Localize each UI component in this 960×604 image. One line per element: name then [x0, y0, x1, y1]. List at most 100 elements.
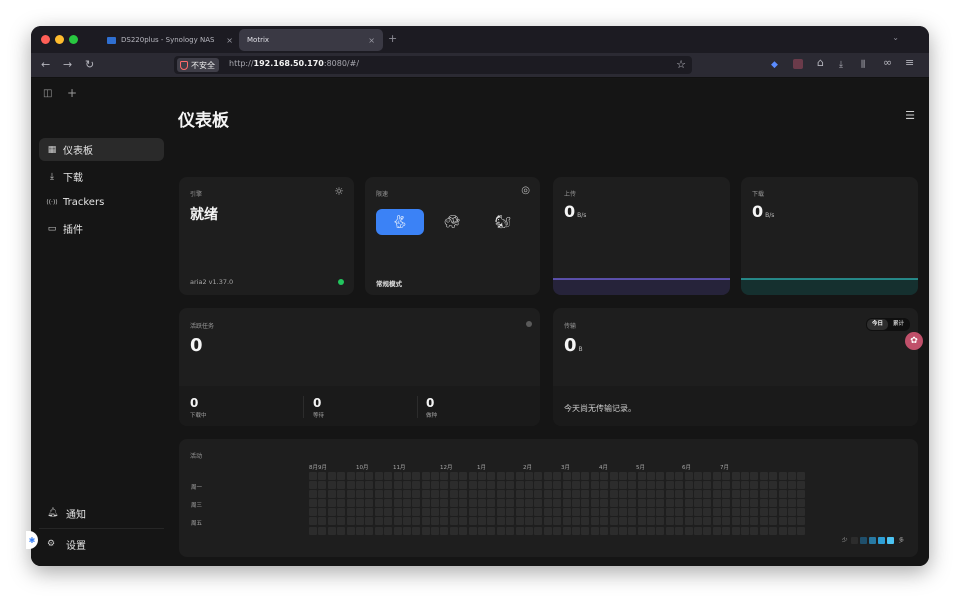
heatmap-cell [562, 481, 571, 490]
heatmap-cell [665, 526, 674, 535]
legend-level [869, 536, 877, 544]
heatmap-cell [496, 499, 505, 508]
heatmap-cell [778, 481, 787, 490]
close-window-button[interactable] [41, 35, 50, 44]
segment-total[interactable]: 累计 [888, 319, 909, 330]
heatmap-cell [515, 508, 524, 517]
url-text[interactable]: http://192.168.50.170:8080/#/ [229, 59, 359, 68]
bookmark-star-icon[interactable]: ☆ [676, 58, 686, 71]
zoom-window-button[interactable] [69, 35, 78, 44]
heatmap-cell [571, 508, 580, 517]
extension-shield-icon[interactable]: ◆ [771, 59, 778, 71]
heatmap-cell [506, 472, 515, 480]
mode-rabbit-button[interactable]: 🐇︎ [376, 209, 424, 235]
sidebar-item-trackers[interactable]: ((·)) Trackers [39, 191, 164, 214]
heatmap-cell [459, 508, 468, 517]
tab-list-chevron-icon[interactable]: ⌄ [892, 33, 899, 42]
heatmap-cell [618, 499, 627, 508]
heatmap-cell [665, 490, 674, 499]
heatmap-cell [309, 517, 317, 526]
heatmap-cell [694, 472, 703, 480]
upload-speed-chart [553, 278, 730, 295]
heatmap-cell [797, 517, 806, 526]
reload-button[interactable]: ↻ [85, 58, 94, 72]
sidebar-item-plugins[interactable]: ▭ 插件 [39, 217, 164, 240]
sync-icon[interactable]: ∞ [883, 57, 892, 69]
heatmap-cell [712, 517, 721, 526]
heatmap-cell [637, 526, 646, 535]
back-button[interactable]: ← [41, 58, 50, 72]
new-tab-button[interactable]: + [388, 32, 397, 45]
heatmap-cell [346, 526, 355, 535]
heatmap-cell [468, 508, 477, 517]
sidebar-item-dashboard[interactable]: ▦ 仪表板 [39, 138, 164, 161]
assistant-float-button[interactable]: ✿ [905, 332, 923, 350]
tab-close-icon[interactable]: × [368, 36, 375, 45]
home-icon[interactable]: ⌂ [817, 57, 824, 69]
heatmap-cell [468, 490, 477, 499]
broadcast-icon: ((·)) [46, 199, 58, 206]
sidebar-settings[interactable]: ⚙ 设置 [39, 533, 164, 555]
heatmap-cell [543, 481, 552, 490]
speed-limit-settings-icon[interactable]: ◎ [521, 185, 530, 196]
heatmap-cell [524, 499, 533, 508]
menu-icon[interactable]: ≡ [905, 57, 914, 69]
heatmap-cell [600, 517, 609, 526]
heatmap-cell [703, 499, 712, 508]
segment-today[interactable]: 今日 [866, 319, 888, 330]
mode-squirrel-button[interactable]: 🐿︎ [479, 209, 527, 235]
extension-icon[interactable] [793, 59, 803, 69]
tab-close-icon[interactable]: × [226, 36, 233, 45]
add-task-button[interactable]: + [67, 86, 77, 100]
heatmap-cell [327, 517, 336, 526]
library-icon[interactable]: ⫼ [861, 59, 865, 71]
download-speed-chart [741, 278, 918, 295]
heatmap-cell [571, 499, 580, 508]
heatmap-cell [571, 490, 580, 499]
heatmap-cell [393, 481, 402, 490]
insecure-badge[interactable]: 不安全 [177, 58, 219, 72]
heatmap-cell [628, 508, 637, 517]
heatmap-cell [327, 499, 336, 508]
download-icon[interactable]: ⤓ [839, 59, 843, 71]
sidebar-item-downloads[interactable]: ⤓ 下载 [39, 165, 164, 188]
heatmap-cell [750, 526, 759, 535]
heatmap-cell [712, 472, 721, 480]
heatmap-cell [487, 490, 496, 499]
heatmap-cell [449, 508, 458, 517]
minimize-window-button[interactable] [55, 35, 64, 44]
heatmap-cell [318, 481, 327, 490]
heatmap-cell [778, 472, 787, 480]
heatmap-cell [656, 481, 665, 490]
heatmap-cell [637, 481, 646, 490]
filter-settings-icon[interactable]: ☰ [905, 109, 915, 122]
sidebar-notifications[interactable]: 🔔︎ 通知 [39, 502, 164, 524]
heatmap-cell [421, 472, 430, 480]
panel-toggle-icon[interactable]: ◫ [43, 88, 52, 99]
heatmap-cell [694, 508, 703, 517]
heatmap-cell [609, 472, 618, 480]
heatmap-cell [778, 508, 787, 517]
heatmap-cell [581, 508, 590, 517]
month-label: 6月 [682, 465, 691, 471]
active-tasks-count: 0 [190, 335, 203, 356]
heatmap-cell [694, 517, 703, 526]
heatmap-cell [524, 490, 533, 499]
heatmap-cell [384, 526, 393, 535]
forward-button[interactable]: → [63, 58, 72, 72]
heatmap-cell [590, 508, 599, 517]
address-bar[interactable]: 不安全 http://192.168.50.170:8080/#/ ☆ [174, 56, 692, 74]
tab-synology[interactable]: DS220plus - Synology NAS × [99, 29, 241, 51]
heatmap-cell [478, 481, 487, 490]
engine-settings-icon[interactable]: ☼ [334, 185, 344, 198]
heatmap-cell [600, 472, 609, 480]
heatmap-cell [524, 526, 533, 535]
heatmap-cell [562, 499, 571, 508]
heatmap-cell [703, 526, 712, 535]
tab-motrix[interactable]: Motrix × [239, 29, 383, 51]
heatmap-cell [440, 472, 449, 480]
transfer-empty-message: 今天尚无传输记录。 [564, 404, 636, 413]
heatmap-cell [797, 499, 806, 508]
heatmap-cell [684, 481, 693, 490]
mode-turtle-button[interactable]: 🐢︎ [428, 209, 476, 235]
